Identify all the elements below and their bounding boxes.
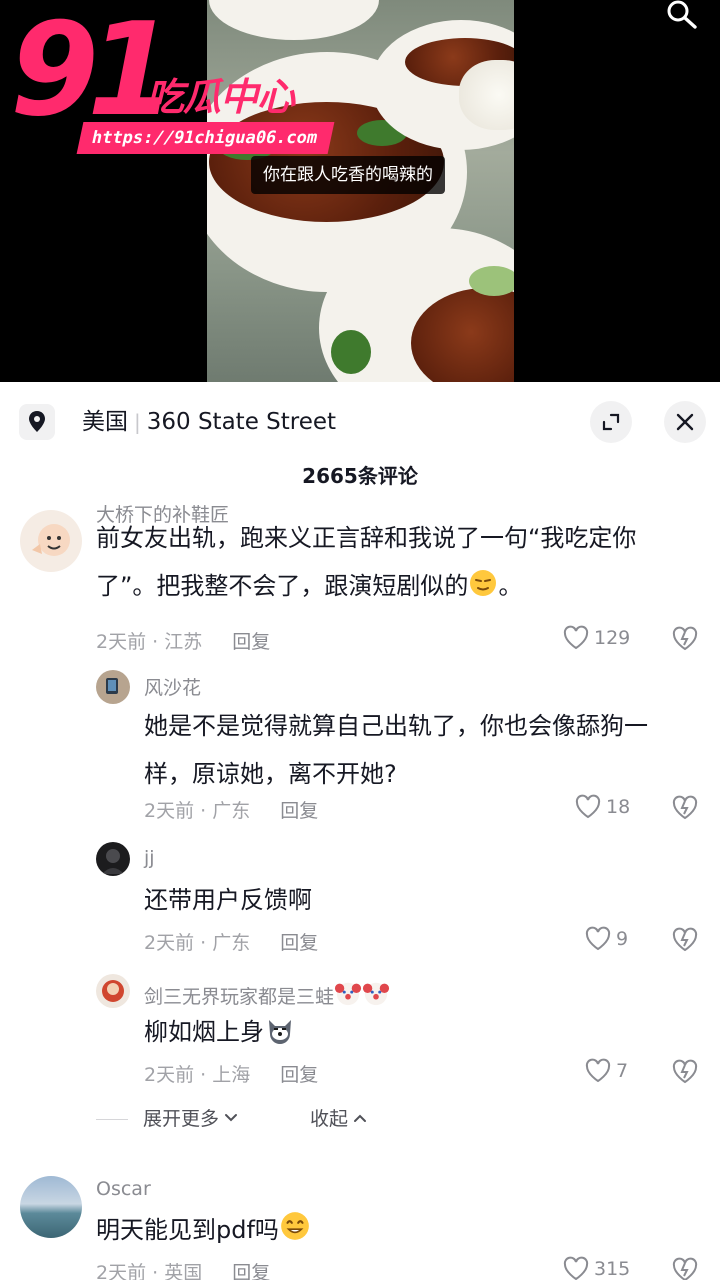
comment-text-line: 前女友出轨，跑来义正言辞和我说了一句“我吃定你	[96, 524, 637, 552]
expand-icon	[602, 413, 620, 431]
like-count: 9	[616, 928, 629, 950]
divider	[96, 1119, 128, 1120]
comment-text-segment: 明天能见到pdf吗	[96, 1216, 279, 1244]
comment-meta: 2天前 · 江苏 回复	[96, 627, 270, 654]
comment-text-segment: 了”。把我整不会了，跟演短剧似的	[96, 572, 469, 600]
comments-sheet: 美国 | 360 State Street 2665条评论 大桥下的补鞋匠 前女…	[0, 382, 720, 1280]
reply-button[interactable]: 回复	[280, 800, 318, 822]
comment-text-line: 样，原谅她，离不开她?	[144, 760, 397, 788]
chevron-down-icon	[225, 1114, 238, 1122]
reply-button[interactable]: 回复	[232, 1262, 270, 1280]
comment-meta: 2天前 · 英国 回复	[96, 1258, 270, 1280]
watermark-number: 91	[10, 0, 176, 145]
comment-time: 2天前 · 上海	[144, 1064, 251, 1086]
close-button[interactable]	[664, 401, 706, 443]
reply-button[interactable]: 回复	[232, 631, 270, 653]
comment-text: 还带用户反馈啊	[144, 886, 312, 914]
comment-time: 2天前 · 英国	[96, 1262, 203, 1280]
expand-more-button[interactable]: 展开更多	[143, 1104, 239, 1131]
comment-text-line: 她是不是觉得就算自己出轨了，你也会像舔狗一	[144, 712, 648, 740]
comment-time: 2天前 · 广东	[144, 800, 251, 822]
username-text: 剑三无界玩家都是三蛙	[144, 986, 335, 1008]
heart-icon	[563, 1256, 589, 1280]
comment-text-segment: 柳如烟上身	[144, 1018, 264, 1046]
expand-more-label: 展开更多	[143, 1108, 220, 1130]
clown-emoji-icon	[334, 982, 362, 1006]
collapse-label: 收起	[310, 1108, 349, 1130]
like-count: 7	[616, 1060, 629, 1082]
comment-meta: 2天前 · 广东 回复	[144, 928, 318, 955]
heart-icon	[563, 625, 589, 650]
location-bar[interactable]: 美国 | 360 State Street	[0, 400, 720, 444]
like-count: 315	[594, 1258, 631, 1280]
comment-username[interactable]: Oscar	[96, 1178, 151, 1200]
dislike-heart-icon[interactable]	[671, 1058, 699, 1086]
location-pin-icon	[19, 404, 55, 440]
dislike-heart-icon[interactable]	[671, 926, 699, 954]
thread-controls: 展开更多 收起	[96, 1104, 696, 1134]
watermark-text: 吃瓜中心	[146, 75, 295, 119]
like-button[interactable]: 18	[574, 793, 630, 821]
avatar[interactable]	[20, 510, 82, 572]
comment-text: 明天能见到pdf吗	[96, 1206, 696, 1254]
comment-meta: 2天前 · 上海 回复	[144, 1060, 318, 1087]
close-icon	[676, 413, 694, 431]
expand-button[interactable]	[590, 401, 632, 443]
comment-text: 柳如烟上身	[144, 1008, 704, 1056]
video-player[interactable]: 你在跟人吃香的喝辣的 91 吃瓜中心 https://91chigua06.co…	[0, 0, 720, 382]
video-subtitle: 你在跟人吃香的喝辣的	[251, 156, 445, 194]
avatar[interactable]	[20, 1176, 82, 1238]
comment-text-line: 了”。把我整不会了，跟演短剧似的 。	[96, 562, 696, 610]
dislike-heart-icon[interactable]	[671, 794, 699, 822]
comment-meta: 2天前 · 广东 回复	[144, 796, 318, 823]
clown-emoji-icon	[362, 982, 390, 1006]
comment-time: 2天前 · 江苏	[96, 631, 203, 653]
heart-icon	[575, 794, 601, 819]
dislike-heart-icon[interactable]	[671, 1256, 699, 1280]
heart-icon	[585, 1058, 611, 1083]
like-button[interactable]: 129	[562, 624, 630, 652]
location-region: 美国	[82, 409, 128, 435]
chevron-up-icon	[354, 1114, 367, 1122]
heart-icon	[585, 926, 611, 951]
like-button[interactable]: 7	[584, 1057, 628, 1085]
comment-text-segment: 。	[498, 572, 523, 600]
comment-item: Oscar 明天能见到pdf吗 2天前 · 英国 回复 315	[0, 1176, 720, 1280]
like-button[interactable]: 315	[562, 1255, 630, 1280]
avatar[interactable]	[96, 842, 130, 876]
location-place: 360 State Street	[146, 409, 337, 435]
comment-time: 2天前 · 广东	[144, 932, 251, 954]
husky-emoji-icon	[269, 1020, 291, 1044]
search-icon[interactable]	[662, 0, 702, 30]
comment-count: 2665条评论	[302, 464, 418, 488]
reply-item: 风沙花 她是不是觉得就算自己出轨了，你也会像舔狗一 样，原谅她，离不开她? 2天…	[0, 668, 720, 828]
reply-button[interactable]: 回复	[280, 1064, 318, 1086]
avatar[interactable]	[96, 670, 130, 704]
comment-username[interactable]: 风沙花	[144, 673, 201, 700]
reply-item: 剑三无界玩家都是三蛙 柳如烟上身 2天前 · 上海 回复 7	[0, 974, 720, 1094]
reply-button[interactable]: 回复	[280, 932, 318, 954]
like-button[interactable]: 9	[584, 925, 628, 953]
location-label: 美国 | 360 State Street	[82, 409, 337, 435]
comment-username[interactable]: jj	[144, 847, 155, 869]
comment-text: 前女友出轨，跑来义正言辞和我说了一句“我吃定你 了”。把我整不会了，跟演短剧似的…	[96, 514, 696, 610]
smirk-emoji-icon	[470, 570, 497, 596]
like-count: 18	[606, 796, 631, 818]
comment-username[interactable]: 剑三无界玩家都是三蛙	[144, 979, 390, 1009]
smile-emoji-icon	[281, 1212, 309, 1240]
watermark-logo: 91 吃瓜中心 https://91chigua06.com	[10, 0, 360, 154]
like-count: 129	[594, 627, 631, 649]
watermark-url: https://91chigua06.com	[76, 122, 335, 154]
reply-item: jj 还带用户反馈啊 2天前 · 广东 回复 9	[0, 842, 720, 962]
collapse-button[interactable]: 收起	[310, 1104, 368, 1131]
comment-text: 她是不是觉得就算自己出轨了，你也会像舔狗一 样，原谅她，离不开她?	[144, 702, 704, 798]
comment-item: 大桥下的补鞋匠 前女友出轨，跑来义正言辞和我说了一句“我吃定你 了”。把我整不会…	[0, 500, 720, 660]
dislike-heart-icon[interactable]	[671, 625, 699, 653]
avatar[interactable]	[96, 974, 130, 1008]
